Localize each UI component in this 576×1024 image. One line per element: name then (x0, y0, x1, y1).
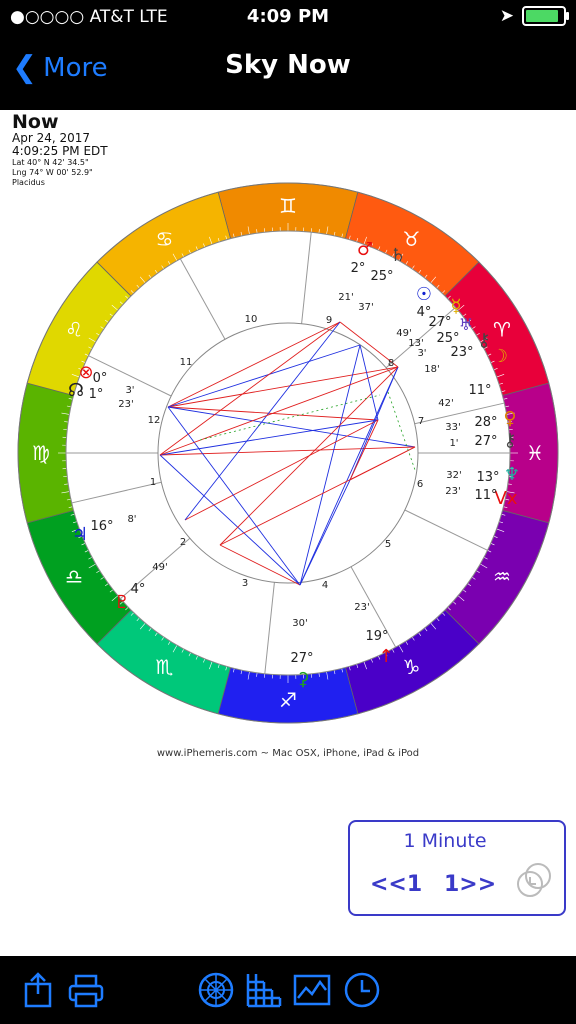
planet-label: 49' (152, 562, 167, 573)
zodiac-glyph: ♌ (65, 318, 83, 342)
planet-label: ☽ (492, 346, 508, 367)
planet-label: 11° (468, 383, 491, 398)
planet-label: 30' (292, 618, 307, 629)
planet-label: 13° (476, 470, 499, 485)
planet-label: ⚳ (296, 669, 309, 690)
planet-label: 23' (118, 399, 133, 410)
planet-label: 3' (125, 385, 134, 396)
zodiac-glyph: ♏ (156, 655, 174, 679)
planet-label: ♄ (390, 245, 406, 266)
print-icon[interactable] (66, 970, 106, 1010)
planet-label: 25° (436, 331, 459, 346)
house-number: 8 (388, 358, 394, 369)
house-number: 3 (242, 578, 248, 589)
house-number: 6 (417, 479, 423, 490)
planet-label: 28° (474, 415, 497, 430)
planet-label: 27° (290, 651, 313, 666)
time-step-label[interactable]: 1 Minute (350, 830, 540, 852)
zodiac-glyph: ♈ (493, 318, 511, 342)
planet-label: 1' (449, 438, 458, 449)
zodiac-glyph: ♎ (65, 565, 83, 589)
planet-label: 16° (90, 519, 113, 534)
planet-label: 23° (450, 345, 473, 360)
step-back-button[interactable]: <<1 (370, 872, 422, 897)
time-step-panel: 1 Minute <<1 1>> (348, 820, 566, 916)
zodiac-glyph: ♊ (279, 194, 297, 218)
planet-label: 23' (354, 602, 369, 613)
credit-text: www.iPhemeris.com ~ Mac OSX, iPhone, iPa… (156, 748, 420, 759)
bottom-toolbar (0, 956, 576, 1024)
planet-label: 11° (474, 488, 497, 503)
astrology-wheel[interactable]: ♊♉♈♓♒♑♐♏♎♍♌♋ 123 456789101112 ♂2°21'♄25°3… (0, 160, 576, 740)
status-bar: ●○○○○ AT&T LTE 4:09 PM ➤ (0, 0, 576, 34)
planet-label: 33' (445, 422, 460, 433)
planet-label: 42' (438, 398, 453, 409)
step-forward-button[interactable]: 1>> (444, 872, 496, 897)
house-number: 9 (326, 315, 332, 326)
zodiac-glyph: ♓ (526, 441, 544, 465)
zodiac-glyph: ♐ (279, 688, 297, 712)
planet-label: ♇ (114, 592, 130, 613)
chart-time: 4:09:25 PM EDT (12, 144, 108, 158)
planet-label: 4° (131, 582, 146, 597)
zodiac-glyph: ♑ (403, 655, 421, 679)
page-title: Sky Now (225, 50, 351, 80)
clock-icon[interactable] (342, 970, 382, 1010)
wheel-icon[interactable] (196, 970, 236, 1010)
house-number: 11 (180, 357, 193, 368)
planet-label: Vx (495, 488, 518, 509)
zodiac-glyph: ♒ (493, 565, 511, 589)
zodiac-glyph: ♋ (156, 227, 174, 251)
planet-label: ♂ (357, 239, 373, 260)
house-number: 7 (418, 416, 424, 427)
house-number: 4 (322, 580, 328, 591)
grid-icon[interactable] (244, 970, 284, 1010)
planet-label: ♃ (72, 524, 88, 545)
zodiac-glyph: ♍ (32, 441, 50, 465)
location-arrow-icon: ➤ (499, 6, 514, 26)
planet-label: ☿ (450, 296, 461, 317)
planet-label: 19° (365, 629, 388, 644)
planet-label: 27° (428, 315, 451, 330)
planet-label: 23' (445, 486, 460, 497)
planet-label: 25° (370, 269, 393, 284)
house-number: 12 (148, 415, 161, 426)
planet-label: 18' (424, 364, 439, 375)
battery-icon (522, 6, 569, 26)
planet-label: 8' (127, 514, 136, 525)
planet-label: 2° (351, 261, 366, 276)
planet-label: ↑ (378, 646, 393, 667)
planet-label: 21' (338, 292, 353, 303)
house-number: 2 (180, 537, 186, 548)
planet-label: 27° (474, 434, 497, 449)
planet-label: 32' (446, 470, 461, 481)
clock-time: 4:09 PM (246, 6, 330, 27)
planet-label: ♆ (504, 464, 520, 485)
planet-label: 0° (93, 371, 108, 386)
planet-label: 37' (358, 302, 373, 313)
house-number: 10 (245, 314, 258, 325)
status-right: ➤ (499, 6, 569, 26)
navigation-bar: ❮ More Sky Now (0, 34, 576, 104)
house-number: 5 (385, 539, 391, 550)
graph-icon[interactable] (292, 970, 332, 1010)
chart-name: Now (12, 111, 59, 133)
planet-label: ⚷ (477, 330, 490, 351)
share-icon[interactable] (18, 970, 58, 1010)
top-bar: ●○○○○ AT&T LTE 4:09 PM ➤ ❮ More Sky Now (0, 0, 576, 110)
planet-label: 3' (417, 348, 426, 359)
planet-label: 1° (89, 387, 104, 402)
planet-label: ⚷ (503, 430, 516, 451)
planet-label: ♅ (459, 315, 473, 334)
planet-label: ☊ (68, 380, 84, 401)
planet-label: ♀ (503, 408, 516, 429)
planet-label: ☉ (416, 284, 432, 305)
reset-time-icon[interactable] (514, 860, 554, 900)
house-number: 1 (150, 477, 156, 488)
